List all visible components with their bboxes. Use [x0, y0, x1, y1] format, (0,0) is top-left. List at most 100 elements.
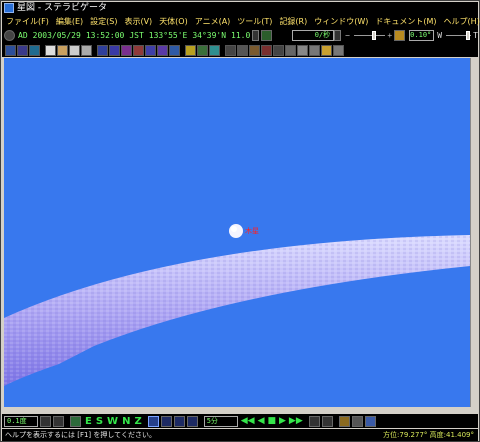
icon-toolbar — [2, 43, 478, 57]
zoom-out-icon[interactable] — [53, 415, 64, 427]
elevation-display[interactable]: 11.0 — [231, 31, 250, 40]
menu-settings[interactable]: 設定(S) — [90, 16, 117, 27]
line-icon[interactable] — [297, 44, 308, 56]
info-icon[interactable] — [333, 44, 344, 56]
satellite-icon[interactable] — [169, 44, 180, 56]
era-display[interactable]: AD — [18, 31, 28, 40]
mode-c-icon[interactable] — [186, 415, 198, 427]
compass-icon[interactable] — [309, 44, 320, 56]
step-icon[interactable] — [308, 415, 320, 427]
direction-north[interactable]: N — [122, 416, 130, 427]
nebula-icon[interactable] — [121, 44, 132, 56]
altitude-readout: 高度:41.409° — [429, 431, 474, 439]
window-title: 星図 - ステラビゲータ — [17, 3, 107, 13]
mode-b-icon[interactable] — [173, 415, 185, 427]
menu-file[interactable]: ファイル(F) — [6, 16, 49, 27]
vertical-scrollbar[interactable] — [470, 58, 478, 407]
direction-west[interactable]: W — [107, 416, 118, 427]
clock-icon[interactable] — [4, 30, 15, 41]
grid-icon[interactable] — [261, 30, 273, 41]
play-icon[interactable]: ▶ — [279, 416, 286, 426]
azimuth-readout: 方位:79.277° — [383, 431, 428, 439]
select-icon[interactable] — [81, 44, 92, 56]
date-display[interactable]: 2003/05/29 — [33, 31, 81, 40]
speed-plus-label: + — [387, 31, 393, 40]
rewind-icon[interactable]: ◀◀ — [241, 416, 255, 426]
speed-minus-label: − — [345, 31, 350, 40]
menu-help[interactable]: ヘルプ(H) — [444, 16, 480, 27]
menu-view[interactable]: 表示(V) — [124, 16, 152, 27]
window-icon[interactable] — [364, 415, 376, 427]
step-back-icon[interactable]: ◀ — [258, 416, 265, 426]
horizon-view-icon[interactable] — [70, 415, 81, 427]
fov-display[interactable]: 0.10° — [409, 30, 435, 41]
nav-icon[interactable] — [17, 44, 28, 56]
menu-objects[interactable]: 天体(O) — [159, 16, 188, 27]
coordinate-readout: 方位:79.277° 高度:41.409° — [383, 429, 474, 441]
fov-tele-label: T — [473, 31, 478, 40]
direction-east[interactable]: E — [85, 416, 92, 427]
bottom-toolbar: 0.1度 E S W N Z 5分 ◀◀ ◀ ■ ▶ ▶▶ — [2, 414, 478, 428]
milkyway-icon[interactable] — [273, 44, 284, 56]
speed-slider-thumb[interactable] — [371, 31, 376, 40]
sky-canvas — [4, 224, 470, 386]
pointer-icon[interactable] — [45, 44, 56, 56]
moon-icon[interactable] — [321, 415, 333, 427]
time-step-select[interactable]: 5分 — [203, 415, 238, 427]
comet-icon[interactable] — [157, 44, 168, 56]
fast-forward-icon[interactable]: ▶▶ — [289, 416, 303, 426]
galaxy-icon[interactable] — [133, 44, 144, 56]
menu-edit[interactable]: 編集(E) — [56, 16, 83, 27]
sky-view[interactable]: 木星 — [4, 58, 470, 407]
meridian-icon[interactable] — [249, 44, 260, 56]
title-bar: 星図 - ステラビゲータ — [2, 2, 478, 15]
speed-select[interactable]: 0/秒 — [292, 30, 335, 41]
status-bar: ヘルプを表示するには [F1] を押してください。 方位:79.277° 高度:… — [2, 429, 478, 441]
planet-icon[interactable] — [197, 44, 208, 56]
elevation-spinner[interactable] — [252, 30, 260, 41]
separator — [93, 45, 96, 56]
fov-slider[interactable] — [446, 30, 472, 41]
stars-icon[interactable] — [97, 44, 108, 56]
globe-icon[interactable] — [29, 44, 40, 56]
equator-icon[interactable] — [261, 44, 272, 56]
fov-slider-thumb[interactable] — [466, 31, 471, 40]
sun-icon[interactable] — [185, 44, 196, 56]
refresh-icon[interactable] — [351, 415, 363, 427]
time-display[interactable]: 13:52:00 — [86, 31, 125, 40]
latitude-display[interactable]: 34°39'N — [192, 31, 226, 40]
time-toolbar: AD 2003/05/29 13:52:00 JST 133°55'E 34°3… — [2, 28, 478, 43]
stop-icon[interactable]: ■ — [267, 416, 276, 426]
speed-slider-track — [353, 35, 386, 36]
hand-icon[interactable] — [57, 44, 68, 56]
mode-a-icon[interactable] — [160, 415, 172, 427]
menu-documents[interactable]: ドキュメント(M) — [375, 16, 436, 27]
horizon-icon[interactable] — [209, 44, 220, 56]
zoom-select[interactable]: 0.1度 — [4, 415, 38, 427]
timezone-display: JST — [129, 31, 144, 40]
speed-slider[interactable] — [353, 30, 386, 41]
menu-record[interactable]: 記録(R) — [279, 16, 307, 27]
menu-tools[interactable]: ツール(T) — [237, 16, 272, 27]
separator — [221, 45, 224, 56]
target-icon[interactable] — [321, 44, 332, 56]
speed-dropdown-button[interactable] — [334, 30, 342, 41]
ecliptic-icon[interactable] — [237, 44, 248, 56]
help-hint: ヘルプを表示するには [F1] を押してください。 — [5, 431, 156, 439]
menu-window[interactable]: ウィンドウ(W) — [314, 16, 368, 27]
direction-south[interactable]: S — [96, 416, 103, 427]
pencil-icon[interactable] — [285, 44, 296, 56]
direction-zenith[interactable]: Z — [134, 416, 141, 427]
mode-r-icon[interactable] — [147, 415, 159, 427]
menu-animation[interactable]: アニメ(A) — [195, 16, 231, 27]
sky-color-icon[interactable] — [338, 415, 350, 427]
grid-lines-icon[interactable] — [225, 44, 236, 56]
new-icon[interactable] — [5, 44, 16, 56]
planet-label[interactable]: 木星 — [245, 226, 259, 236]
constellation-icon[interactable] — [109, 44, 120, 56]
cluster-icon[interactable] — [145, 44, 156, 56]
zoom-in-icon[interactable] — [40, 415, 51, 427]
camera-icon[interactable] — [394, 30, 406, 41]
zoom-icon[interactable] — [69, 44, 80, 56]
longitude-display[interactable]: 133°55'E — [149, 31, 188, 40]
